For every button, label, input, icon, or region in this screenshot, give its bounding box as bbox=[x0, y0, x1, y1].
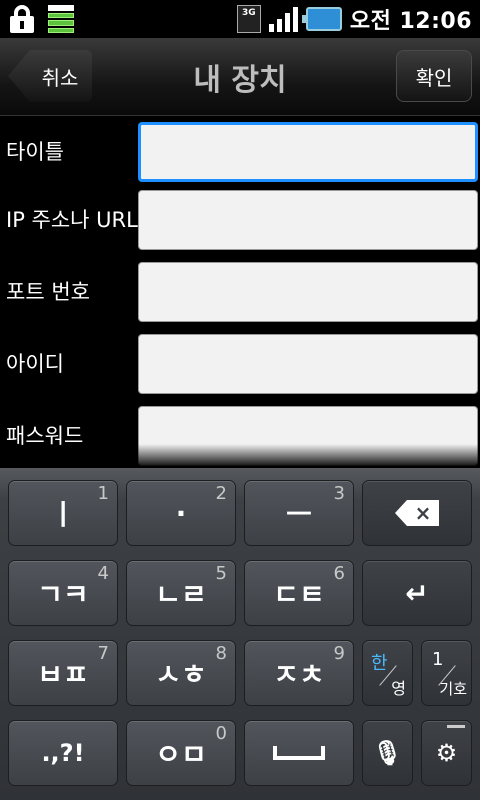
key-label: ㄱㅋ bbox=[37, 578, 89, 611]
keyboard-settings-key[interactable]: ⚙ bbox=[421, 720, 472, 786]
korean-label: 한 bbox=[371, 653, 388, 674]
address-input[interactable] bbox=[138, 190, 478, 250]
space-key[interactable] bbox=[244, 720, 354, 786]
key-jieut[interactable]: 9 ㅈㅊ bbox=[244, 640, 354, 706]
key-digeut[interactable]: 6 ㄷㅌ bbox=[244, 560, 354, 626]
voice-input-key[interactable]: 🎙 bbox=[362, 720, 413, 786]
port-label: 포트 번호 bbox=[6, 280, 90, 304]
enter-key[interactable]: ↵ bbox=[362, 560, 472, 626]
page-title: 내 장치 bbox=[193, 63, 287, 98]
key-label: ㅈㅊ bbox=[273, 658, 325, 691]
key-bieup[interactable]: 7 ㅂㅍ bbox=[8, 640, 118, 706]
key-siot[interactable]: 8 ㅅㅎ bbox=[126, 640, 236, 706]
key-giyeok[interactable]: 4 ㄱㅋ bbox=[8, 560, 118, 626]
backspace-key[interactable]: × bbox=[362, 480, 472, 546]
key-punctuation[interactable]: .,?! bbox=[8, 720, 118, 786]
status-bar: 3G 오전 12:06 bbox=[0, 0, 480, 38]
key-label: ㅂㅍ bbox=[37, 658, 89, 691]
confirm-button[interactable]: 확인 bbox=[396, 50, 472, 102]
port-input[interactable] bbox=[138, 262, 478, 322]
network-type-icon: 3G bbox=[236, 5, 261, 33]
cancel-button-label: 취소 bbox=[41, 65, 79, 90]
key-label: ㄴㄹ bbox=[155, 578, 207, 611]
key-label: ㄷㅌ bbox=[273, 578, 325, 611]
key-label: · bbox=[175, 496, 187, 530]
title-label: 타이틀 bbox=[6, 140, 64, 164]
storage-icon bbox=[48, 5, 74, 33]
form-row-address: IP 주소나 URL bbox=[0, 186, 480, 252]
language-toggle-key[interactable]: 한 영 bbox=[362, 640, 413, 706]
address-label: IP 주소나 URL bbox=[6, 208, 138, 232]
title-bar: 취소 내 장치 확인 bbox=[0, 38, 480, 116]
title-input[interactable] bbox=[138, 122, 478, 182]
number-label: 1 bbox=[432, 649, 444, 670]
key-label: ㅡ bbox=[286, 498, 312, 531]
username-input[interactable] bbox=[138, 334, 478, 394]
backspace-icon: × bbox=[395, 500, 439, 526]
signal-icon bbox=[268, 6, 298, 32]
form-row-username: 아이디 bbox=[0, 330, 480, 396]
symbols-key[interactable]: 1 기호 bbox=[421, 640, 472, 706]
username-label: 아이디 bbox=[6, 352, 64, 376]
device-form: 타이틀 IP 주소나 URL 포트 번호 아이디 패스워드 bbox=[0, 116, 480, 468]
battery-icon bbox=[301, 7, 342, 31]
key-eu[interactable]: 3 ㅡ bbox=[244, 480, 354, 546]
key-label: .,?! bbox=[41, 739, 85, 767]
english-label: 영 bbox=[391, 679, 406, 698]
lock-icon bbox=[8, 4, 36, 34]
form-row-port: 포트 번호 bbox=[0, 258, 480, 324]
cancel-button[interactable]: 취소 bbox=[8, 50, 92, 102]
form-row-title: 타이틀 bbox=[0, 118, 480, 184]
clock: 오전 12:06 bbox=[349, 9, 472, 34]
key-label: ㅇㅁ bbox=[155, 738, 207, 771]
symbols-label: 기호 bbox=[439, 680, 467, 698]
keyboard: 1 ㅣ 2 · 3 ㅡ × 4 ㄱㅋ 5 ㄴㄹ 6 ㄷㅌ ↵ 7 ㅂㅍ 8 ㅅㅎ… bbox=[0, 468, 480, 800]
key-nieun[interactable]: 5 ㄴㄹ bbox=[126, 560, 236, 626]
gear-icon: ⚙ bbox=[435, 739, 458, 767]
key-label: ㅅㅎ bbox=[155, 658, 207, 691]
space-icon bbox=[273, 746, 325, 760]
microphone-icon: 🎙 bbox=[372, 739, 403, 767]
key-label: ㅣ bbox=[50, 498, 76, 531]
scroll-fade bbox=[0, 444, 480, 468]
enter-icon: ↵ bbox=[405, 576, 429, 610]
key-i[interactable]: 1 ㅣ bbox=[8, 480, 118, 546]
key-ieung[interactable]: 0 ㅇㅁ bbox=[126, 720, 236, 786]
key-dot[interactable]: 2 · bbox=[126, 480, 236, 546]
